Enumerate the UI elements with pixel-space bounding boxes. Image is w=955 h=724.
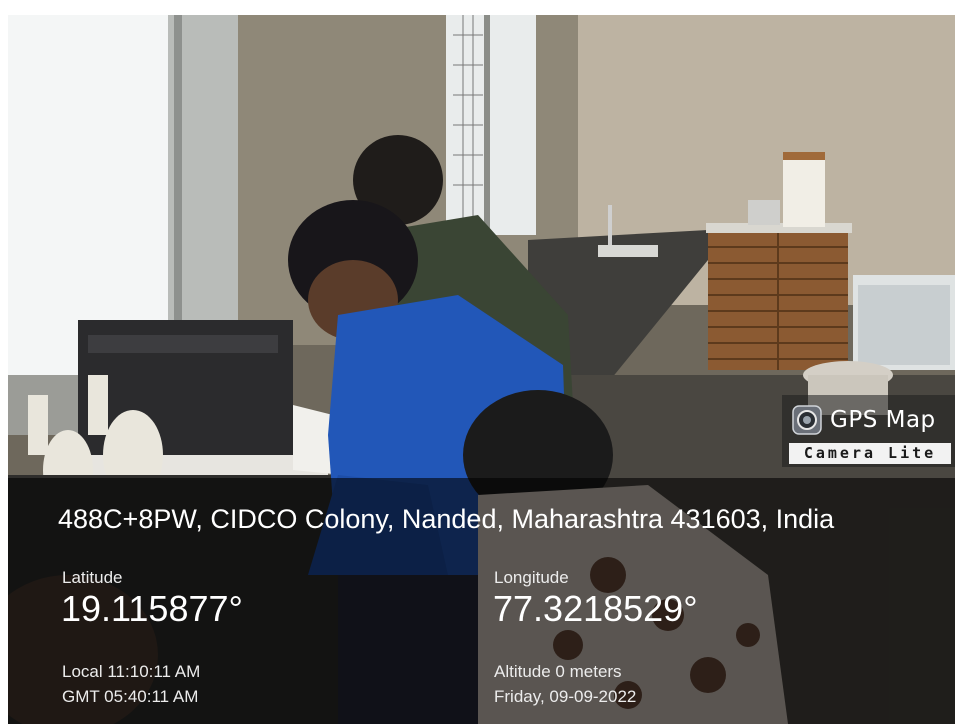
address-text: 488C+8PW, CIDCO Colony, Nanded, Maharash… — [58, 504, 835, 534]
camera-lens-icon — [792, 405, 822, 435]
watermark-app-name: GPS Map — [830, 407, 936, 433]
latitude-label: Latitude — [62, 568, 123, 587]
latitude-value: 19.115877° — [61, 588, 243, 629]
gmt-time-text: GMT 05:40:11 AM — [62, 687, 199, 706]
local-time-text: Local 11:10:11 AM — [62, 662, 201, 681]
gps-map-camera-watermark: GPS Map Camera Lite — [782, 395, 955, 467]
longitude-label: Longitude — [494, 568, 569, 587]
location-info-panel: 488C+8PW, CIDCO Colony, Nanded, Maharash… — [8, 478, 955, 724]
altitude-text: Altitude 0 meters — [494, 662, 622, 681]
watermark-app-subtitle: Camera Lite — [789, 443, 951, 464]
longitude-value: 77.3218529° — [493, 588, 698, 629]
date-text: Friday, 09-09-2022 — [494, 687, 637, 706]
